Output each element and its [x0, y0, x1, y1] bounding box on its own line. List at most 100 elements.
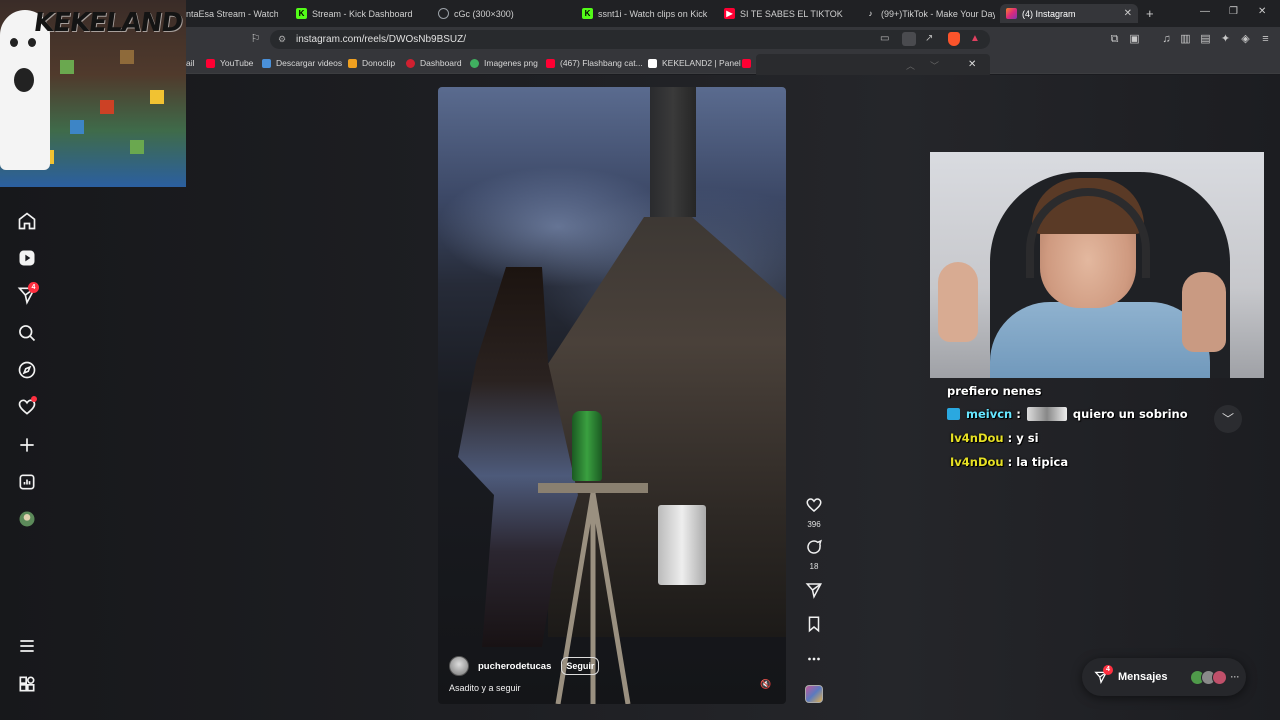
- reel-caption: Asadito y a seguir: [449, 683, 521, 693]
- author-avatar[interactable]: [449, 656, 469, 676]
- profile-avatar[interactable]: [17, 509, 37, 529]
- explore-icon[interactable]: [17, 360, 37, 380]
- messages-button[interactable]: 4 Mensajes ···: [1082, 658, 1246, 696]
- sidebar-icon[interactable]: ▥: [1179, 33, 1192, 46]
- like-count: 396: [807, 520, 821, 529]
- more-options-button[interactable]: [804, 650, 824, 673]
- close-tab-icon[interactable]: ✕: [1124, 8, 1132, 19]
- address-bar[interactable]: ⚙ instagram.com/reels/DWOsNb9BSUZ/ ▭ ↗ ▲: [270, 30, 990, 49]
- like-button[interactable]: 396: [804, 496, 824, 529]
- media-icon[interactable]: ♫: [1160, 33, 1173, 46]
- reel-video[interactable]: [438, 87, 786, 704]
- video-bucket: [658, 505, 706, 585]
- tab-instagram[interactable]: (4) Instagram ✕: [1000, 4, 1138, 23]
- brave-shields-icon[interactable]: [948, 32, 960, 46]
- reader-mode-icon[interactable]: [902, 32, 916, 46]
- wallet-icon[interactable]: ▤: [1199, 33, 1212, 46]
- tab-kick-clips[interactable]: K ssnt1i - Watch clips on Kick: [582, 4, 712, 23]
- bookmark-flashbang[interactable]: (467) Flashbang cat...: [546, 57, 643, 69]
- also-from-meta-icon[interactable]: [17, 674, 37, 694]
- bookmark-page-icon[interactable]: ⚐: [249, 33, 262, 46]
- save-button[interactable]: [804, 615, 824, 638]
- instagram-icon: [1006, 8, 1017, 19]
- avatar: [1211, 669, 1227, 685]
- video-chimney: [650, 87, 696, 217]
- bookmark-dashboard[interactable]: Dashboard: [406, 57, 462, 69]
- bookmark-gmail[interactable]: ail: [186, 57, 195, 69]
- mute-icon[interactable]: 🔇: [760, 679, 771, 690]
- chat-message: Iv4nDou : y si: [950, 431, 1039, 445]
- youtube-icon: [206, 58, 215, 68]
- bookmark-youtube[interactable]: YouTube: [206, 57, 253, 69]
- tab-tiktok[interactable]: ♪ (99+)TikTok - Make Your Day: [865, 4, 996, 23]
- tab-cgc[interactable]: cGc (300×300): [438, 4, 568, 23]
- tab-youtube-tiktok[interactable]: ▶ SI TE SABES EL TIKTOK BAILA: [724, 4, 844, 23]
- streamer-webcam: [930, 152, 1264, 378]
- dashboard-icon: [406, 58, 415, 68]
- find-up-icon[interactable]: ︿: [906, 59, 915, 72]
- bookmark-imagenes[interactable]: Imagenes png: [470, 57, 538, 69]
- leo-ai-icon[interactable]: ✦: [1219, 33, 1232, 46]
- reels-icon[interactable]: [17, 248, 37, 268]
- more-icon: [808, 657, 820, 661]
- more-contacts-icon: ···: [1230, 672, 1240, 682]
- messages-count-badge: 4: [1103, 665, 1113, 675]
- share-button[interactable]: [804, 581, 824, 604]
- more-menu-icon[interactable]: [17, 636, 37, 656]
- restore-icon[interactable]: ❐: [1229, 6, 1238, 17]
- bookmark-donoclip[interactable]: Donoclip: [348, 57, 395, 69]
- bookmark-descargar[interactable]: Descargar videos: [262, 57, 342, 69]
- home-icon[interactable]: [17, 211, 37, 231]
- brave-rewards-icon[interactable]: ▲: [970, 33, 980, 44]
- youtube-icon: [742, 58, 751, 68]
- youtube-icon: ▶: [724, 8, 735, 19]
- comment-button[interactable]: 18: [804, 538, 824, 571]
- chat-message: meivcn : quiero un sobrino: [947, 407, 1188, 421]
- author-username[interactable]: pucherodetucas: [478, 661, 551, 672]
- webcam-hand-right: [1182, 272, 1226, 352]
- scroll-down-button[interactable]: ﹀: [1214, 405, 1242, 433]
- image-icon: [470, 58, 479, 68]
- vpn-icon[interactable]: ◈: [1239, 33, 1252, 46]
- find-close-icon[interactable]: ✕: [968, 59, 976, 70]
- dashboard-icon[interactable]: [17, 472, 37, 492]
- follow-button[interactable]: Seguir: [561, 657, 600, 675]
- chat-message: Iv4nDou : la tipica: [950, 455, 1069, 469]
- bookmark-kekeland[interactable]: KEKELAND2 | Panel: [648, 57, 741, 69]
- search-icon[interactable]: [17, 323, 37, 343]
- tab-kick-stream[interactable]: ntaEsa Stream - Watch Li: [186, 4, 278, 23]
- create-icon[interactable]: [17, 435, 37, 455]
- kick-icon: K: [296, 8, 307, 19]
- pixel-block: [120, 50, 134, 64]
- find-down-icon[interactable]: ﹀: [930, 59, 939, 72]
- minimize-icon[interactable]: —: [1200, 6, 1210, 17]
- recent-contacts: ···: [1189, 669, 1240, 685]
- tab-kick-dashboard[interactable]: K Stream - Kick Dashboard: [296, 4, 426, 23]
- site-settings-icon[interactable]: ⚙: [278, 34, 286, 45]
- menu-icon[interactable]: ≡: [1259, 33, 1272, 46]
- share-icon[interactable]: ↗: [925, 33, 933, 44]
- audio-thumbnail[interactable]: [805, 685, 823, 703]
- direct-messages-icon[interactable]: 4: [17, 282, 39, 305]
- extensions-icon[interactable]: ⧉: [1108, 33, 1121, 46]
- messages-label: Mensajes: [1118, 671, 1168, 683]
- video-bottle: [572, 411, 602, 481]
- pixel-block: [60, 60, 74, 74]
- kekeland-icon: [648, 58, 657, 68]
- stream-overlay-logo: KEKELAND: [0, 0, 186, 187]
- cast-icon[interactable]: ▭: [880, 33, 889, 44]
- direct-messages-icon: 4: [1094, 665, 1113, 685]
- browser-tab-bar: ntaEsa Stream - Watch Li K Stream - Kick…: [0, 0, 1280, 27]
- screenshot-icon[interactable]: ▣: [1128, 33, 1141, 46]
- bookmark-icon: [808, 616, 820, 633]
- close-window-icon[interactable]: ✕: [1258, 6, 1266, 17]
- kick-icon: K: [582, 8, 593, 19]
- tiktok-icon: ♪: [868, 9, 873, 18]
- notifications-icon[interactable]: [17, 396, 37, 417]
- pixel-block: [70, 120, 84, 134]
- new-tab-icon[interactable]: +: [1146, 6, 1154, 21]
- webcam-hand-left: [938, 262, 978, 342]
- download-icon: [262, 58, 271, 68]
- bookmark-more[interactable]: [742, 57, 756, 69]
- kekeland-logo: KEKELAND: [31, 8, 184, 38]
